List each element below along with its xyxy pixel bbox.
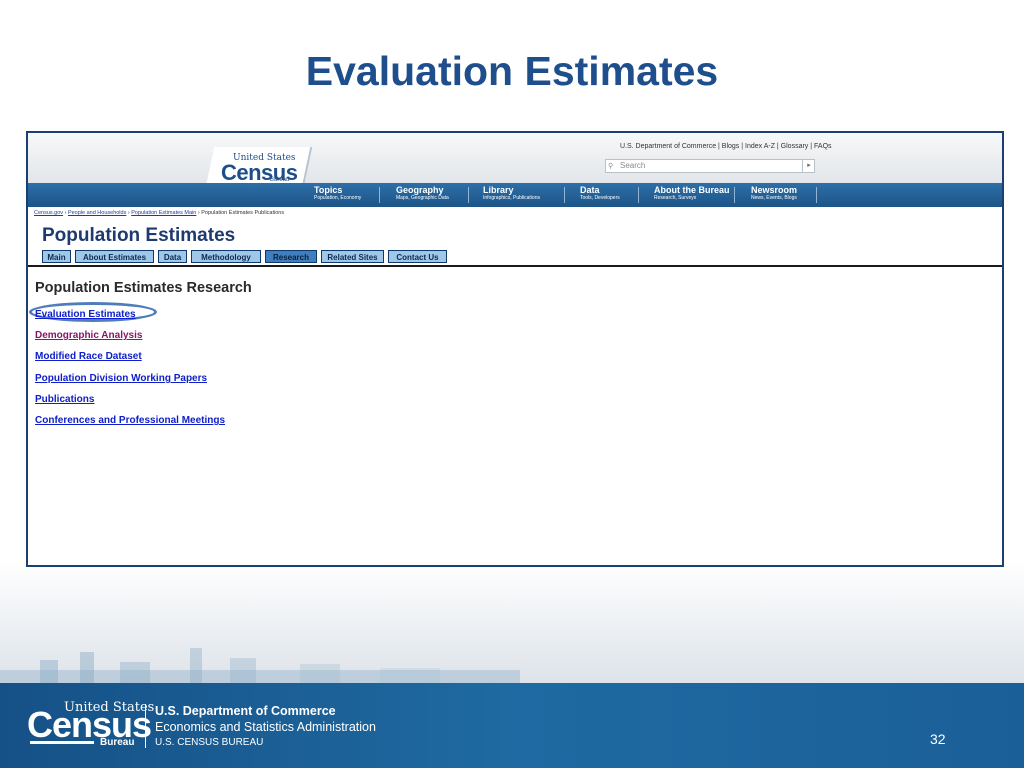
breadcrumb: Census.gov › People and Households › Pop… [34, 210, 284, 216]
search-button[interactable]: ▸ [802, 159, 815, 173]
nav-separator [564, 187, 565, 203]
site-header [28, 133, 1002, 183]
footer-band [0, 683, 1024, 768]
tab-methodology[interactable]: Methodology [191, 250, 261, 263]
link-evaluation-estimates[interactable]: Evaluation Estimates [35, 309, 136, 320]
slide-title: Evaluation Estimates [305, 48, 719, 94]
nav-item-library[interactable]: Library Infographics, Publications [483, 185, 540, 201]
main-nav: Topics Population, Economy Geography Maps,… [28, 183, 1002, 207]
nav-separator [468, 187, 469, 203]
tab-related-sites[interactable]: Related Sites [321, 250, 384, 263]
tab-main[interactable]: Main [42, 250, 71, 263]
nav-separator [734, 187, 735, 203]
breadcrumb-link[interactable]: Census.gov [34, 210, 63, 216]
link-working-papers[interactable]: Population Division Working Papers [35, 373, 207, 384]
link-modified-race-dataset[interactable]: Modified Race Dataset [35, 351, 142, 362]
footer-logo-underline [30, 741, 94, 744]
link-demographic-analysis[interactable]: Demographic Analysis [35, 330, 142, 341]
nav-item-about[interactable]: About the Bureau Research, Surveys [654, 185, 730, 201]
nav-item-geography[interactable]: Geography Maps, Geographic Data [396, 185, 449, 201]
nav-item-newsroom[interactable]: Newsroom News, Events, Blogs [751, 185, 797, 201]
footer-census-bureau: U.S. CENSUS BUREAU [155, 737, 264, 748]
breadcrumb-link[interactable]: People and Households [68, 210, 126, 216]
footer-esa: Economics and Statistics Administration [155, 720, 376, 734]
page-heading: Population Estimates [42, 225, 236, 246]
browser-screenshot-frame: U.S. Department of Commerce | Blogs | In… [26, 131, 1004, 567]
link-conferences[interactable]: Conferences and Professional Meetings [35, 415, 225, 426]
tab-research[interactable]: Research [265, 250, 317, 263]
footer-divider [145, 704, 146, 748]
search-icon: ⚲ [608, 163, 614, 170]
skyline-decoration [0, 648, 520, 685]
tab-about-estimates[interactable]: About Estimates [75, 250, 154, 263]
nav-separator [638, 187, 639, 203]
tab-data[interactable]: Data [158, 250, 187, 263]
breadcrumb-link[interactable]: Population Estimates Main [131, 210, 196, 216]
footer-department: U.S. Department of Commerce [155, 704, 336, 718]
tab-contact-us[interactable]: Contact Us [388, 250, 447, 263]
footer-logo-bureau: Bureau [100, 737, 135, 748]
tab-divider [28, 265, 1002, 267]
utility-links[interactable]: U.S. Department of Commerce | Blogs | In… [620, 143, 832, 150]
nav-separator [816, 187, 817, 203]
breadcrumb-current: Population Estimates Publications [201, 210, 285, 216]
search-input[interactable]: Search [605, 159, 815, 173]
link-publications[interactable]: Publications [35, 394, 94, 405]
nav-separator [379, 187, 380, 203]
slide-number: 32 [930, 731, 946, 747]
section-title: Population Estimates Research [35, 280, 252, 296]
nav-item-data[interactable]: Data Tools, Developers [580, 185, 620, 201]
nav-item-topics[interactable]: Topics Population, Economy [314, 185, 361, 201]
